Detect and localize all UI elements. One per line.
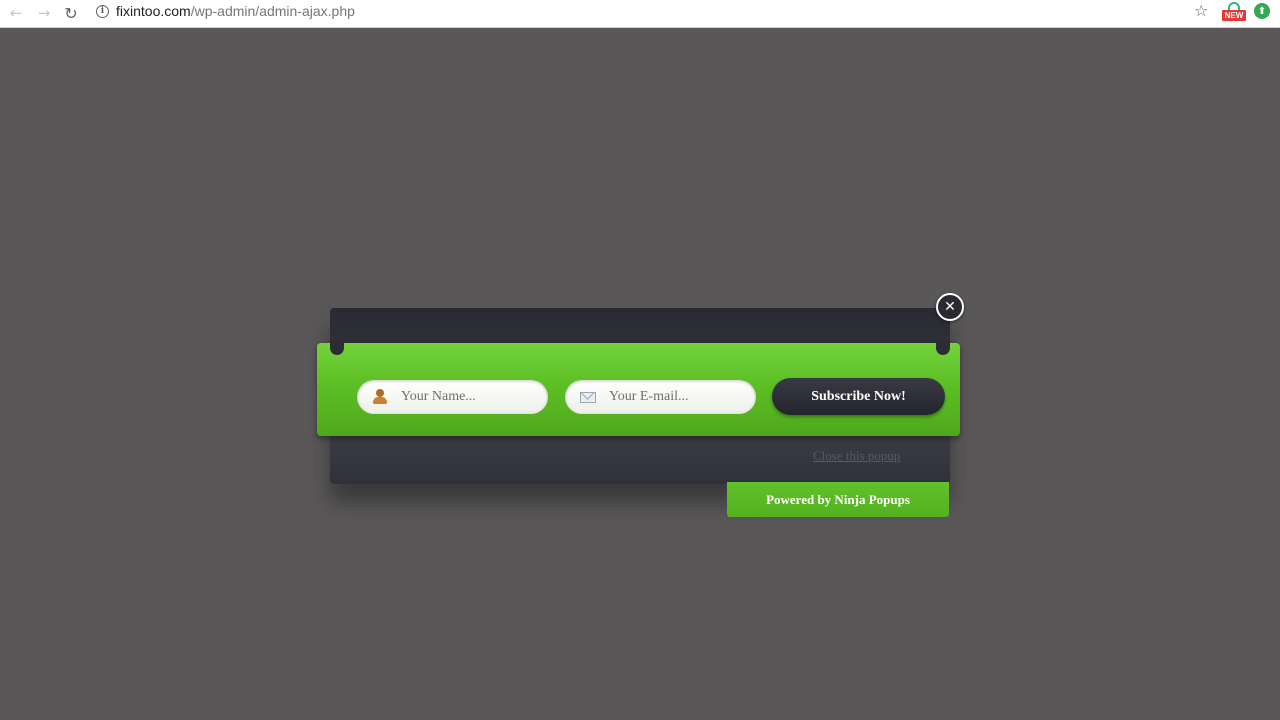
browser-toolbar: ← → ↻ i fixintoo.com/wp-admin/admin-ajax…	[0, 0, 1280, 28]
email-input[interactable]	[609, 389, 749, 405]
extension-new-icon[interactable]: NEW	[1222, 2, 1246, 22]
url-text: fixintoo.com/wp-admin/admin-ajax.php	[116, 3, 355, 19]
close-popup-button[interactable]: ✕	[936, 293, 964, 321]
upload-arrow-icon: ⬆	[1257, 5, 1267, 17]
name-field[interactable]	[357, 380, 548, 414]
powered-by-tab[interactable]: Powered by Ninja Popups	[727, 482, 949, 517]
email-field[interactable]	[565, 380, 756, 414]
back-arrow-icon: ←	[9, 4, 23, 22]
close-icon: ✕	[944, 299, 956, 315]
back-button[interactable]: ←	[5, 2, 27, 24]
mail-icon	[580, 387, 596, 405]
close-popup-link[interactable]: Close this popup	[813, 448, 900, 464]
reload-icon: ↻	[64, 3, 78, 23]
forward-arrow-icon: →	[37, 4, 51, 22]
extension-new-badge: NEW	[1222, 10, 1246, 21]
extension-upload-icon[interactable]: ⬆	[1254, 3, 1270, 19]
address-bar[interactable]: i fixintoo.com/wp-admin/admin-ajax.php	[88, 0, 1218, 22]
url-host: fixintoo.com	[116, 3, 191, 19]
reload-button[interactable]: ↻	[60, 2, 82, 24]
subscribe-button[interactable]: Subscribe Now!	[772, 378, 945, 415]
bookmark-star-icon[interactable]: ☆	[1194, 1, 1208, 20]
user-icon	[372, 389, 388, 405]
forward-button[interactable]: →	[33, 2, 55, 24]
info-icon[interactable]: i	[96, 4, 109, 18]
name-input[interactable]	[401, 389, 541, 405]
url-path: /wp-admin/admin-ajax.php	[190, 3, 355, 19]
